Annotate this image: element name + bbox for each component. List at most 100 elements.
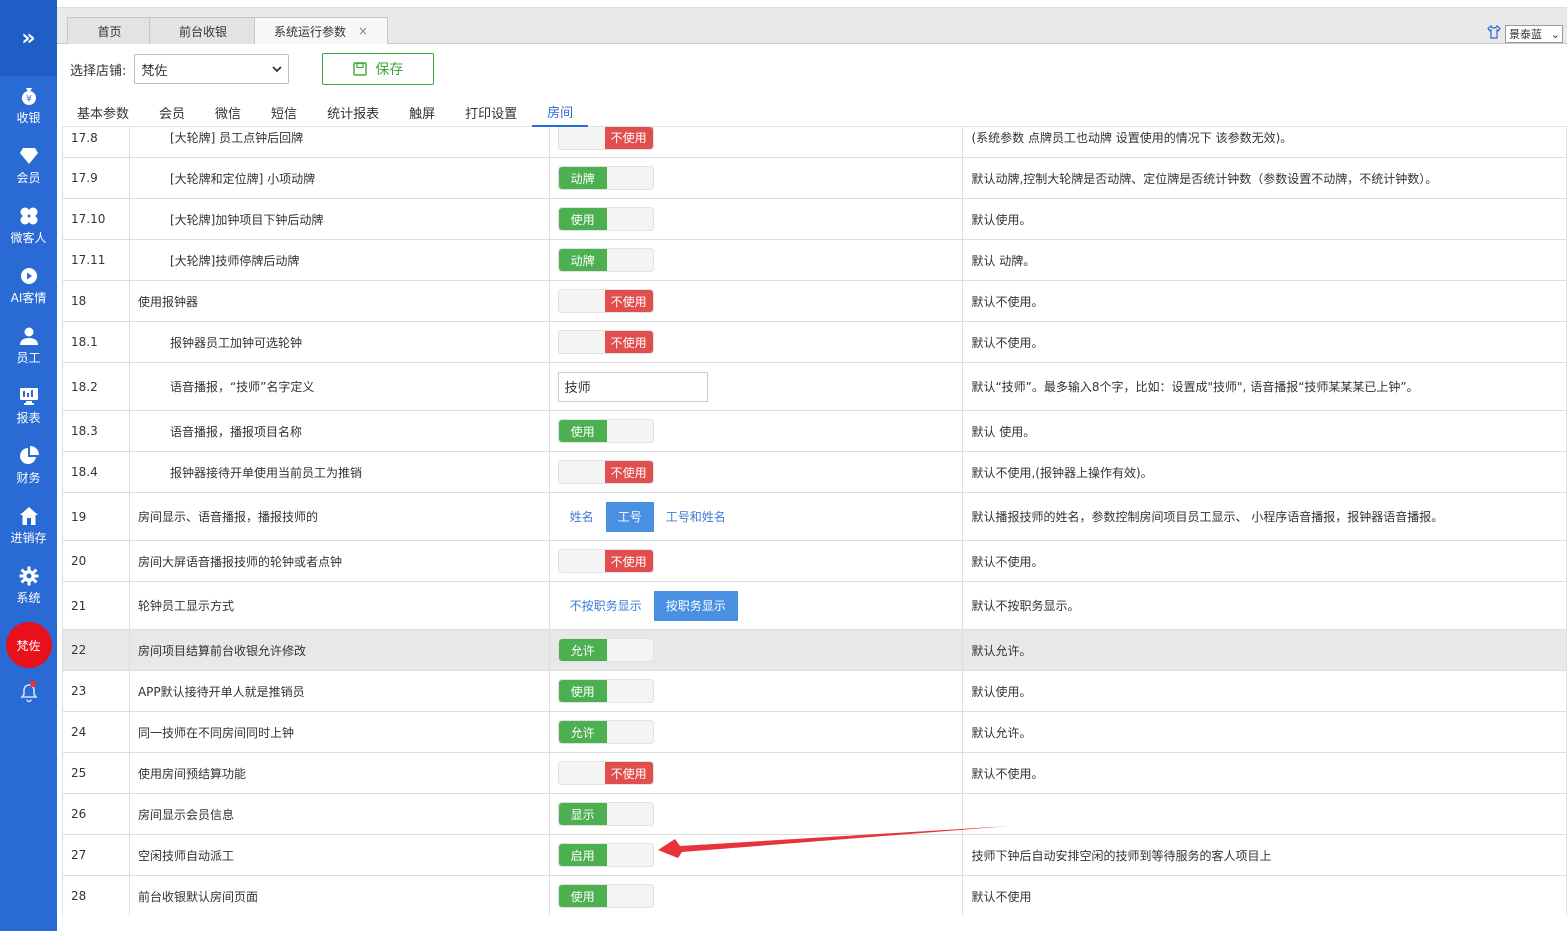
row-param-name: 语音播报，播报项目名称 <box>128 410 550 452</box>
table-row: 28 前台收银默认房间页面 使用 默认不使用 <box>62 875 1567 915</box>
sidebar-item-4[interactable]: 员工 <box>0 316 57 376</box>
theme-select-value: 景泰蓝 <box>1509 28 1542 41</box>
tab-home[interactable]: 首页 <box>67 17 152 44</box>
toggle-switch[interactable]: 使用 <box>557 884 654 908</box>
row-description: 默认不使用 <box>962 875 1567 915</box>
row-control-cell: 不使用 <box>548 127 964 158</box>
row-control-cell: 允许 <box>548 711 964 753</box>
sidebar-item-label: 系统 <box>16 591 41 605</box>
tab-close-icon[interactable]: × <box>358 24 368 38</box>
bell-icon[interactable] <box>0 668 57 718</box>
section-tab-4[interactable]: 统计报表 <box>312 97 394 127</box>
row-control-cell: 不使用 <box>548 451 964 493</box>
option-button[interactable]: 工号 <box>605 501 654 532</box>
table-row: 24 同一技师在不同房间同时上钟 允许 默认允许。 <box>62 711 1567 753</box>
row-param-name: 同一技师在不同房间同时上钟 <box>128 711 550 753</box>
section-tab-7[interactable]: 房间 <box>532 97 589 127</box>
row-number: 22 <box>62 629 130 671</box>
table-row: 26 房间显示会员信息 显示 <box>62 793 1567 835</box>
yen-bag-icon: ¥ <box>19 86 39 106</box>
toggle-switch[interactable]: 启用 <box>557 843 654 867</box>
toggle-switch[interactable]: 使用 <box>557 207 654 231</box>
sidebar-item-label: 员工 <box>16 351 41 365</box>
tab-cashier[interactable]: 前台收银 <box>149 17 257 44</box>
sidebar-item-label: 报表 <box>16 411 41 425</box>
section-tab-3[interactable]: 短信 <box>256 97 312 127</box>
row-param-name: 房间大屏语音播报技师的轮钟或者点钟 <box>128 540 550 582</box>
option-button[interactable]: 姓名 <box>558 502 606 532</box>
row-description: 默认使用。 <box>962 670 1567 712</box>
row-param-name: 前台收银默认房间页面 <box>128 875 550 915</box>
tab-system-params[interactable]: 系统运行参数 × <box>254 17 388 44</box>
row-description: 默认使用。 <box>962 198 1567 240</box>
row-control-cell: 不使用 <box>548 321 964 363</box>
row-number: 19 <box>62 492 130 541</box>
sidebar-item-3[interactable]: AI客情 <box>0 256 57 316</box>
toggle-switch[interactable]: 不使用 <box>557 127 654 150</box>
row-param-name: 房间项目结算前台收银允许修改 <box>128 629 550 671</box>
section-tab-2[interactable]: 微信 <box>200 97 256 127</box>
row-control-cell: 技师 <box>548 362 964 411</box>
option-button[interactable]: 不按职务显示 <box>558 591 654 621</box>
section-tab-5[interactable]: 触屏 <box>394 97 450 127</box>
table-row: 17.11 [大轮牌]技师停牌后动牌 动牌 默认 动牌。 <box>62 239 1567 281</box>
toggle-switch[interactable]: 允许 <box>557 720 654 744</box>
toggle-switch[interactable]: 使用 <box>557 419 654 443</box>
table-row: 18.4 报钟器接待开单使用当前员工为推销 不使用 默认不使用,(报钟器上操作有效)。 <box>62 451 1567 493</box>
toggle-switch-label: 不使用 <box>604 550 653 572</box>
row-param-name: [大轮牌和定位牌] 小项动牌 <box>128 157 550 199</box>
sidebar-item-6[interactable]: 财务 <box>0 436 57 496</box>
row-description: (系统参数 点牌员工也动牌 设置使用的情况下 该参数无效)。 <box>962 127 1567 158</box>
row-number: 17.10 <box>62 198 130 240</box>
sidebar-item-1[interactable]: 会员 <box>0 136 57 196</box>
toggle-switch-label: 允许 <box>558 721 607 743</box>
params-table: 17.8 [大轮牌] 员工点钟后回牌 不使用 (系统参数 点牌员工也动牌 设置使用的情… <box>62 127 1567 915</box>
house-icon <box>19 506 39 526</box>
sidebar-item-2[interactable]: 微客人 <box>0 196 57 256</box>
pie-icon <box>19 446 39 466</box>
section-tab-1[interactable]: 会员 <box>144 97 200 127</box>
toggle-switch[interactable]: 不使用 <box>557 761 654 785</box>
save-button[interactable]: 保存 <box>322 53 435 85</box>
toggle-switch[interactable]: 使用 <box>557 679 654 703</box>
sidebar-item-0[interactable]: ¥ 收银 <box>0 76 57 136</box>
theme-select[interactable]: 景泰蓝 ⌄ <box>1505 25 1563 43</box>
toggle-switch[interactable]: 动牌 <box>557 248 654 272</box>
toggle-switch[interactable]: 不使用 <box>557 460 654 484</box>
row-param-name: [大轮牌]加钟项目下钟后动牌 <box>128 198 550 240</box>
toggle-switch[interactable]: 动牌 <box>557 166 654 190</box>
technician-name-input[interactable]: 技师 <box>557 371 708 402</box>
row-control-cell: 使用 <box>548 670 964 712</box>
row-description: 默认“技师”。最多输入8个字，比如：设置成"技师", 语音播报“技师某某某已上钟… <box>962 362 1567 411</box>
toggle-switch-label: 不使用 <box>604 762 653 784</box>
store-select[interactable]: 梵佐 <box>134 54 290 84</box>
monitor-icon <box>19 386 39 406</box>
toggle-switch[interactable]: 不使用 <box>557 549 654 573</box>
section-tabs: 基本参数 会员 微信 短信 统计报表 触屏 打印设置 房间 <box>62 97 1567 127</box>
sidebar-toggle-button[interactable]: » <box>0 0 57 76</box>
row-description: 默认播报技师的姓名，参数控制房间项目员工显示、 小程序语音播报，报钟器语音播报。 <box>962 492 1567 541</box>
sidebar-item-7[interactable]: 进销存 <box>0 496 57 556</box>
toggle-switch-label: 使用 <box>558 420 607 442</box>
svg-text:¥: ¥ <box>26 95 32 105</box>
toggle-switch-label: 动牌 <box>558 249 607 271</box>
toggle-switch[interactable]: 允许 <box>557 638 654 662</box>
row-control-cell: 不按职务显示 按职务显示 <box>548 581 964 630</box>
row-description: 技师下钟后自动安排空闲的技师到等待服务的客人项目上 <box>962 834 1567 876</box>
section-tab-6[interactable]: 打印设置 <box>450 97 532 127</box>
save-icon <box>353 62 368 76</box>
section-tab-0[interactable]: 基本参数 <box>62 97 144 127</box>
toggle-switch-label: 启用 <box>558 844 607 866</box>
toggle-switch[interactable]: 不使用 <box>557 330 654 354</box>
row-description: 默认不按职务显示。 <box>962 581 1567 630</box>
option-button[interactable]: 工号和姓名 <box>654 502 738 532</box>
sidebar-item-5[interactable]: 报表 <box>0 376 57 436</box>
toggle-switch[interactable]: 不使用 <box>557 289 654 313</box>
toggle-switch-label: 不使用 <box>604 127 653 149</box>
toggle-switch[interactable]: 显示 <box>557 802 654 826</box>
avatar[interactable]: 梵佐 <box>5 622 52 668</box>
sidebar-item-8[interactable]: 系统 <box>0 556 57 616</box>
row-control-cell: 启用 <box>548 834 964 876</box>
option-button[interactable]: 按职务显示 <box>653 590 738 621</box>
clover-icon <box>19 206 39 226</box>
